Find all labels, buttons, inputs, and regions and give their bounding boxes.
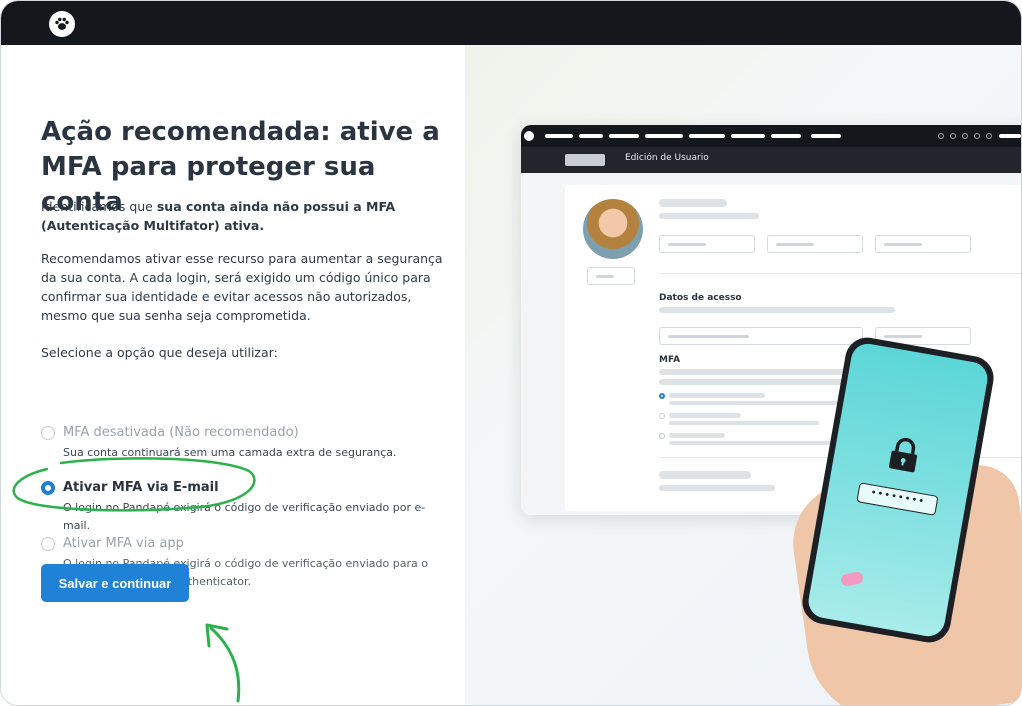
preview-bar [669, 441, 845, 445]
save-continue-button[interactable]: Salvar e continuar [41, 564, 189, 602]
body-text: Recomendamos ativar esse recurso para au… [41, 251, 443, 323]
preview-bar [659, 213, 759, 219]
radio-mfa-email[interactable] [41, 481, 55, 495]
preview-back-chip [565, 154, 605, 166]
preview-subheader: Edición de Usuario [521, 147, 1021, 173]
preview-radio [659, 393, 665, 399]
password-field: •••••••• [856, 482, 939, 516]
option-label: MFA desativada (Não recomendado) [63, 425, 299, 440]
select-prompt: Selecione a opção que deseja utilizar: [41, 345, 278, 360]
preview-radio [659, 433, 665, 439]
user-avatar [583, 199, 643, 259]
preview-divider [659, 273, 1021, 274]
option-label: Ativar MFA via E-mail [63, 480, 219, 495]
intro-text: Identificamos que sua conta ainda não po… [41, 197, 451, 235]
preview-section-access: Datos de acesso [659, 293, 742, 303]
preview-bar [659, 199, 727, 207]
radio-mfa-disabled[interactable] [41, 426, 55, 440]
preview-field [587, 267, 635, 285]
preview-field [767, 235, 863, 253]
preview-bar [659, 379, 859, 385]
preview-section-mfa: MFA [659, 355, 681, 365]
preview-field [875, 235, 971, 253]
preview-bar [659, 307, 895, 313]
preview-bar [669, 421, 819, 425]
illustration-panel: Edición de Usuario Datos de acesso MFA •… [465, 45, 1021, 705]
preview-bar [669, 401, 839, 405]
preview-bar [669, 393, 765, 398]
preview-field [659, 327, 863, 345]
preview-bar [669, 413, 741, 418]
option-description: O login no Pandapé exigirá o código de v… [63, 501, 426, 532]
app-window: Ação recomendada: ative a MFA para prote… [0, 0, 1022, 706]
paw-logo-icon[interactable] [49, 11, 75, 37]
preview-bar [669, 433, 725, 438]
preview-bar [659, 485, 775, 491]
option-description: Sua conta continuará sem uma camada extr… [63, 446, 397, 459]
top-bar [1, 1, 1021, 45]
intro-prefix: Identificamos que [41, 199, 157, 214]
preview-bar [659, 471, 751, 479]
radio-mfa-app[interactable] [41, 537, 55, 551]
lock-icon [888, 437, 918, 473]
preview-field [659, 235, 755, 253]
option-label: Ativar MFA via app [63, 536, 184, 551]
preview-topbar [521, 125, 1021, 147]
preview-radio [659, 413, 665, 419]
preview-header-text: Edición de Usuario [625, 153, 709, 163]
